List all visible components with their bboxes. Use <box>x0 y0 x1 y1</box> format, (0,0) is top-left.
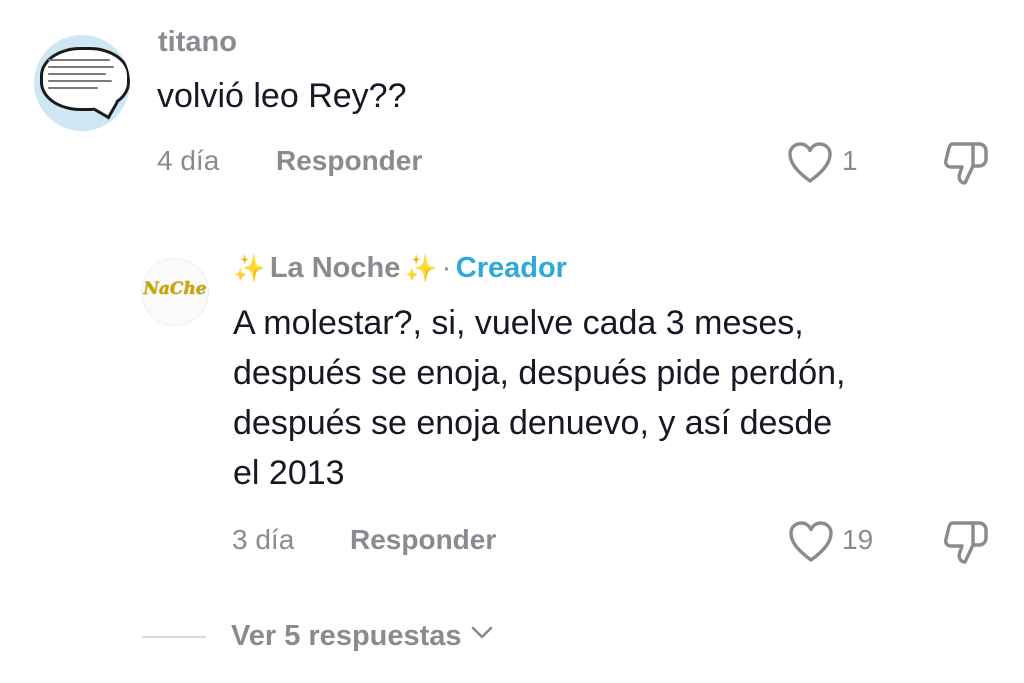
heart-icon <box>789 521 833 562</box>
sparkle-icon: ✨ <box>233 253 266 283</box>
reply-text-line: después se enoja denuevo, y así desde <box>233 404 833 442</box>
reply-header: ✨ La Noche ✨ · Creador <box>233 252 567 285</box>
dislike-button[interactable] <box>943 140 989 186</box>
view-more-replies-button[interactable]: Ver 5 respuestas <box>231 620 494 653</box>
like-count: 19 <box>842 524 874 555</box>
reply-timestamp: 3 día <box>232 524 295 555</box>
creator-badge: Creador <box>455 252 567 284</box>
sparkle-icon: ✨ <box>404 253 438 283</box>
channel-logo: NaChe <box>143 279 207 299</box>
avatar[interactable]: NaChe <box>141 258 209 326</box>
divider <box>142 636 206 638</box>
reply-text-line: el 2013 <box>233 454 345 492</box>
like-count: 1 <box>842 145 858 176</box>
comment-username[interactable]: titano <box>158 26 237 59</box>
reply-text-line: después se enoja, después pide perdón, <box>233 354 846 392</box>
like-button[interactable] <box>787 141 833 185</box>
reply-button[interactable]: Responder <box>276 145 422 177</box>
comment-timestamp: 4 día <box>157 145 220 176</box>
dislike-icon <box>944 142 988 185</box>
like-button[interactable] <box>788 520 834 564</box>
avatar[interactable] <box>34 35 130 131</box>
heart-icon <box>788 142 832 183</box>
reply-username[interactable]: La Noche <box>270 252 401 284</box>
view-more-replies-label: Ver 5 respuestas <box>231 620 462 652</box>
dislike-icon <box>944 521 988 564</box>
chevron-down-icon <box>471 626 493 639</box>
separator-dot: · <box>441 252 452 284</box>
dislike-button[interactable] <box>943 519 989 565</box>
reply-text-line: A molestar?, si, vuelve cada 3 meses, <box>233 304 804 342</box>
comment-text: volvió leo Rey?? <box>157 77 407 115</box>
reply-button[interactable]: Responder <box>350 524 496 556</box>
